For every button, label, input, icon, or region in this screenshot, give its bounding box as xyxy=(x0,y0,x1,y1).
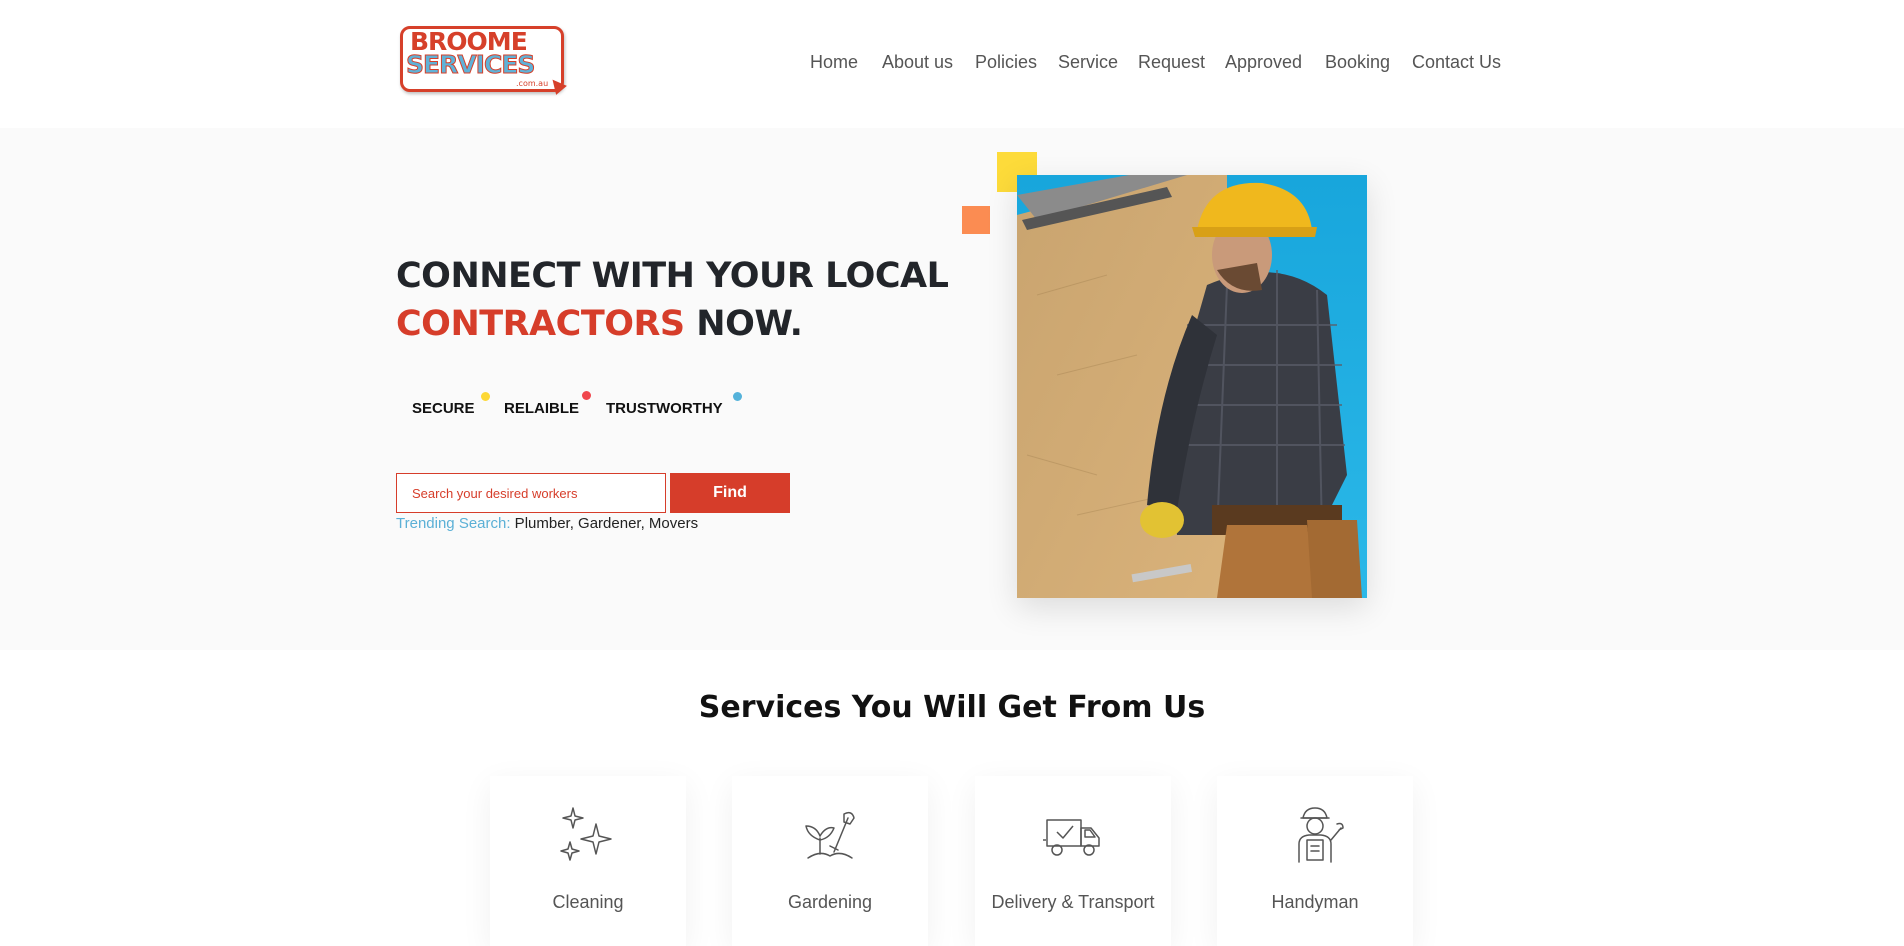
service-card-delivery-transport[interactable]: Delivery & Transport xyxy=(975,776,1171,946)
hero-section: CONNECT WITH YOUR LOCAL CONTRACTORS NOW.… xyxy=(0,128,1904,650)
gardening-icon xyxy=(805,811,855,859)
dot-icon xyxy=(582,391,591,400)
site-header: BROOME SERVICES .com.au Home About us Po… xyxy=(0,0,1904,128)
find-button[interactable]: Find xyxy=(670,473,790,513)
handyman-icon xyxy=(1298,807,1344,863)
nav-contact-us[interactable]: Contact Us xyxy=(1412,52,1501,73)
service-card-handyman[interactable]: Handyman xyxy=(1217,776,1413,946)
nav-request[interactable]: Request xyxy=(1138,52,1205,73)
hero-title-accent: CONTRACTORS xyxy=(396,304,685,344)
nav-policies[interactable]: Policies xyxy=(975,52,1037,73)
service-card-gardening[interactable]: Gardening xyxy=(732,776,928,946)
trending-search: Trending Search: Plumber, Gardener, Move… xyxy=(396,515,698,532)
search-workers-input[interactable] xyxy=(396,473,666,513)
service-card-cleaning[interactable]: Cleaning xyxy=(490,776,686,946)
service-label: Delivery & Transport xyxy=(991,892,1155,912)
sparkles-icon xyxy=(560,807,612,861)
hero-title-rest: NOW. xyxy=(684,304,803,344)
nav-home[interactable]: Home xyxy=(810,52,858,73)
services-heading: Services You Will Get From Us xyxy=(698,690,1206,725)
trending-values: Plumber, Gardener, Movers xyxy=(510,515,699,532)
hero-title-line1: CONNECT WITH YOUR LOCAL xyxy=(396,256,949,296)
hero-title: CONNECT WITH YOUR LOCAL CONTRACTORS NOW. xyxy=(396,252,949,348)
logo-domain: .com.au xyxy=(516,79,549,88)
dot-icon xyxy=(481,392,490,401)
feature-trustworthy: TRUSTWORTHY xyxy=(606,400,723,417)
decorative-orange-square xyxy=(962,206,990,234)
feature-reliable: RELAIBLE xyxy=(504,400,579,417)
service-label: Cleaning xyxy=(552,892,624,912)
nav-about-us[interactable]: About us xyxy=(882,52,953,73)
nav-approved[interactable]: Approved xyxy=(1225,52,1302,73)
feature-secure: SECURE xyxy=(412,400,475,417)
contractor-photo xyxy=(1017,175,1367,598)
service-label: Handyman xyxy=(1271,892,1359,912)
nav-service[interactable]: Service xyxy=(1058,52,1118,73)
delivery-truck-icon xyxy=(1043,819,1100,856)
main-nav: Home About us Policies Service Request A… xyxy=(0,52,1904,76)
dot-icon xyxy=(733,392,742,401)
trending-label: Trending Search: xyxy=(396,515,511,532)
contractor-illustration xyxy=(1017,175,1367,598)
nav-booking[interactable]: Booking xyxy=(1325,52,1390,73)
service-label: Gardening xyxy=(787,892,873,912)
